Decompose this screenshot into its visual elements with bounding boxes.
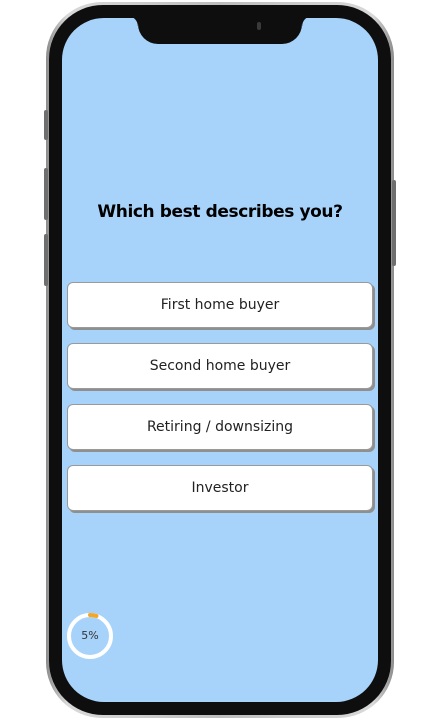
front-camera-icon — [257, 22, 261, 30]
progress-indicator: 5% — [66, 612, 114, 660]
answer-options: First home buyer Second home buyer Retir… — [67, 282, 373, 526]
option-first-home-buyer[interactable]: First home buyer — [67, 282, 373, 328]
phone-power-button — [392, 180, 396, 266]
phone-volume-down-button — [44, 234, 48, 286]
option-retiring-downsizing[interactable]: Retiring / downsizing — [67, 404, 373, 450]
phone-mute-switch — [44, 110, 48, 140]
phone-volume-up-button — [44, 168, 48, 220]
progress-percent-label: 5% — [81, 629, 99, 642]
page: Which best describes you? First home buy… — [0, 0, 440, 724]
phone-notch — [128, 18, 312, 44]
option-investor[interactable]: Investor — [67, 465, 373, 511]
phone-screen: Which best describes you? First home buy… — [62, 18, 378, 702]
question-title: Which best describes you? — [97, 202, 343, 222]
option-second-home-buyer[interactable]: Second home buyer — [67, 343, 373, 389]
